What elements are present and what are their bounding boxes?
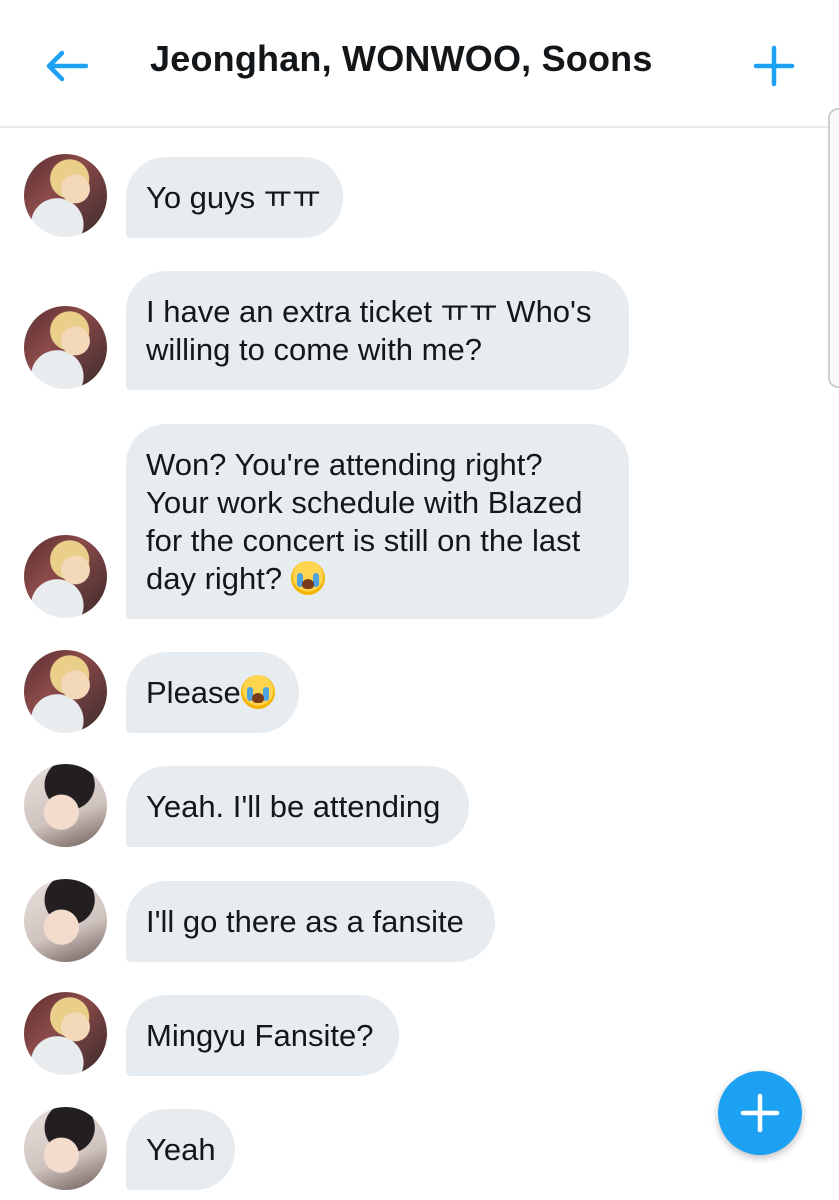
message-text: I'll go there as a fansite	[146, 904, 464, 939]
crying-face-emoji	[240, 675, 275, 709]
message-text: Yo guys ㅠㅠ	[146, 180, 321, 215]
message-text: Mingyu Fansite?	[146, 1018, 374, 1053]
avatar[interactable]	[24, 879, 107, 962]
message-bubble[interactable]: Won? You're attending right? Your work s…	[126, 424, 629, 619]
message-bubble[interactable]: Yeah. I'll be attending	[126, 766, 469, 847]
message-text: Yeah. I'll be attending	[146, 789, 441, 824]
avatar[interactable]	[24, 1107, 107, 1190]
avatar[interactable]	[24, 992, 107, 1075]
conversation-title: Jeonghan, WONWOO, Soons	[150, 38, 653, 79]
avatar[interactable]	[24, 764, 107, 847]
plus-icon	[753, 45, 795, 87]
crying-face-emoji	[290, 561, 325, 595]
message-bubble[interactable]: Please	[126, 652, 299, 733]
message-bubble[interactable]: I have an extra ticket ㅠㅠ Who's willing …	[126, 271, 629, 390]
add-participant-button[interactable]	[748, 40, 800, 92]
plus-icon	[740, 1093, 780, 1133]
message-text: Please	[146, 675, 241, 710]
back-button[interactable]	[40, 40, 92, 92]
message-bubble[interactable]: Yeah	[126, 1109, 235, 1190]
avatar[interactable]	[24, 306, 107, 389]
arrow-left-icon	[46, 50, 88, 82]
dm-conversation-screen: Jeonghan, WONWOO, Soons Yo guys ㅠㅠ I hav…	[0, 0, 839, 1200]
avatar[interactable]	[24, 154, 107, 237]
scrollbar[interactable]	[828, 108, 839, 388]
message-bubble[interactable]: Yo guys ㅠㅠ	[126, 157, 343, 238]
message-text: Yeah	[146, 1132, 216, 1167]
conversation-header: Jeonghan, WONWOO, Soons	[0, 0, 839, 128]
message-bubble[interactable]: I'll go there as a fansite	[126, 881, 495, 962]
avatar[interactable]	[24, 650, 107, 733]
compose-button[interactable]	[718, 1071, 802, 1155]
avatar[interactable]	[24, 535, 107, 618]
message-text: Won? You're attending right? Your work s…	[146, 447, 583, 596]
message-text: I have an extra ticket ㅠㅠ Who's willing …	[146, 294, 592, 367]
message-bubble[interactable]: Mingyu Fansite?	[126, 995, 399, 1076]
